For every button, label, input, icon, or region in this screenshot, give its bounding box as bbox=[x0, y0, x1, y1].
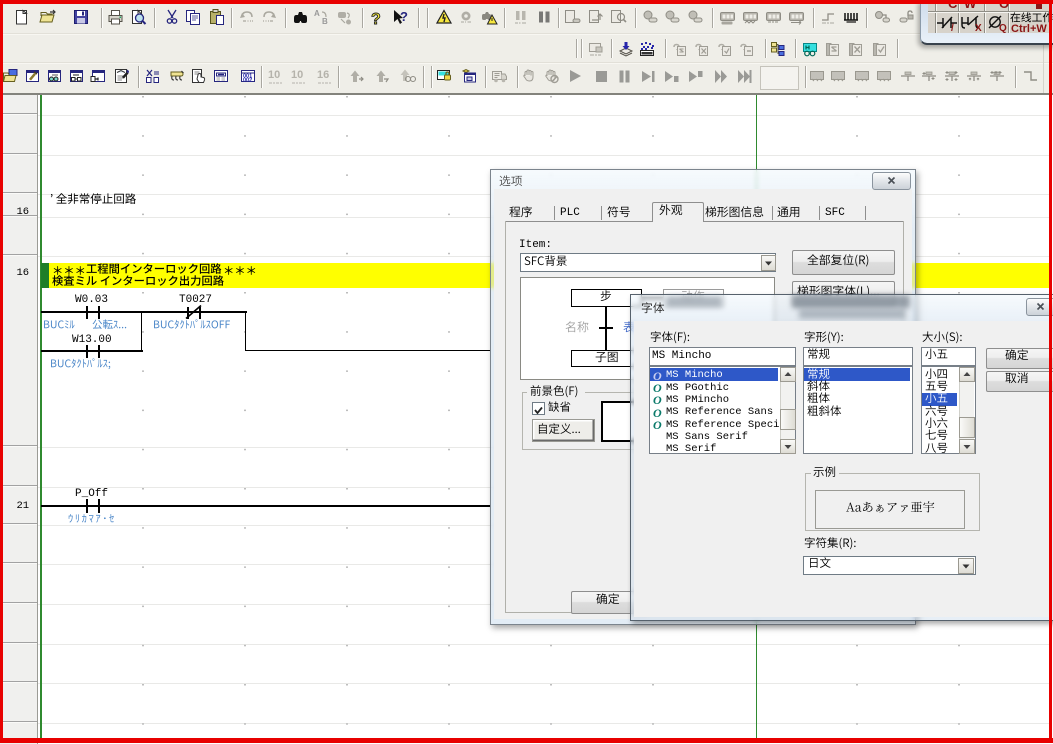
svg-text:B: B bbox=[322, 17, 328, 26]
svg-text:?: ? bbox=[371, 11, 381, 27]
svg-text:002: 002 bbox=[243, 78, 252, 84]
svg-text:A: A bbox=[314, 9, 320, 18]
svg-text:?: ? bbox=[400, 9, 408, 24]
